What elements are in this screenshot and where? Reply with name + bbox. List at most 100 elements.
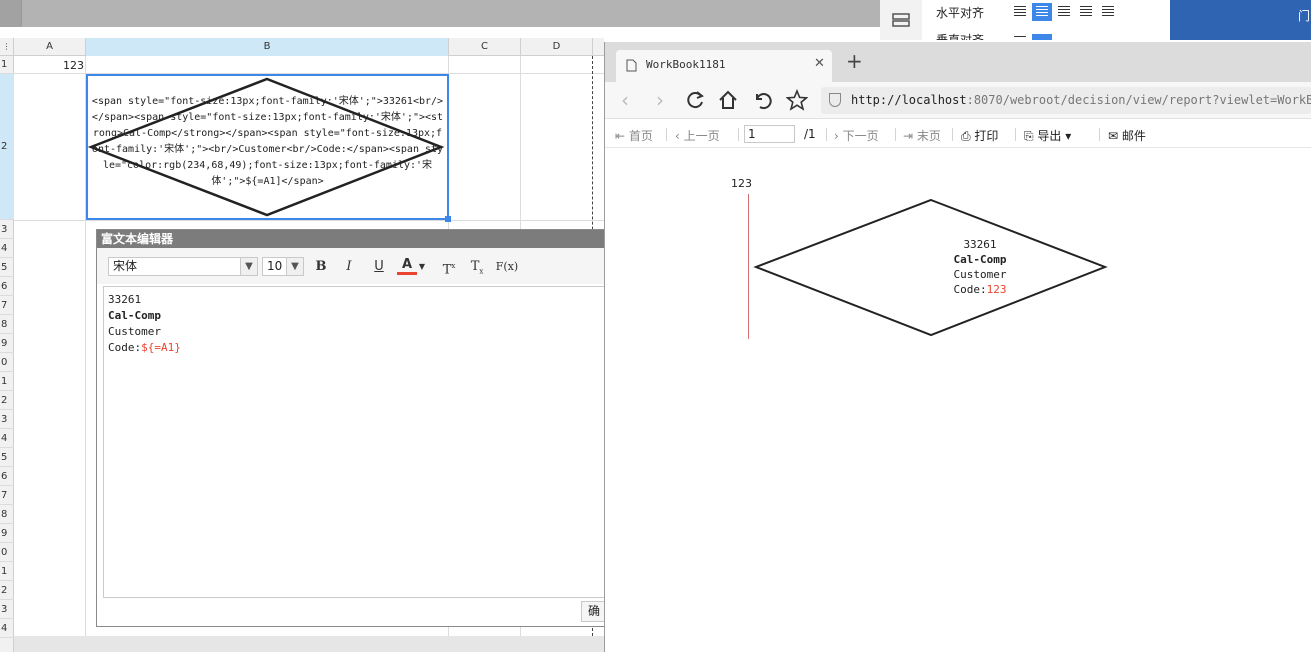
- content-line: Code:${=A1}: [108, 340, 602, 356]
- column-header-a[interactable]: A: [14, 38, 86, 56]
- subscript-button[interactable]: Tx: [467, 257, 487, 276]
- tab-strip: WorkBook1181 ✕ +: [605, 42, 1311, 82]
- report-canvas: 123 33261 Cal-Comp Customer Code:123: [605, 149, 1311, 652]
- align-distributed-button[interactable]: [1098, 3, 1118, 21]
- last-page-button[interactable]: ⇥ 末页: [903, 127, 941, 144]
- row-header[interactable]: 8: [0, 315, 14, 334]
- ok-button-label: 确定: [588, 604, 600, 618]
- align-justify-button[interactable]: [1076, 3, 1096, 21]
- horizontal-scrollbar[interactable]: [14, 636, 604, 652]
- report-line-bold: Cal-Comp: [953, 253, 1007, 266]
- row-header[interactable]: 3: [0, 220, 14, 239]
- row-header[interactable]: 4: [0, 619, 14, 638]
- font-size-value: 10: [267, 259, 283, 273]
- row-header[interactable]: 5: [0, 448, 14, 467]
- row-header[interactable]: 6: [0, 467, 14, 486]
- font-family-value: 宋体: [113, 259, 138, 273]
- row-header[interactable]: 4: [0, 239, 14, 258]
- formula-text: ${=A1}: [141, 341, 181, 354]
- url-path: :8070/webroot/decision/view/report?viewl…: [966, 93, 1311, 107]
- export-button[interactable]: ⎘ 导出 ▾: [1024, 127, 1071, 144]
- code-label: Code:: [953, 283, 987, 296]
- font-size-select[interactable]: 10 ▼: [262, 257, 304, 276]
- editor-toolbar: 宋体 ▼ 10 ▼ B I U A ▼ Tx Tx F(x): [97, 248, 607, 284]
- prev-page-button[interactable]: ‹ 上一页: [675, 127, 720, 144]
- print-label: 打印: [974, 129, 999, 143]
- dialog-title: 富文本编辑器: [97, 230, 607, 248]
- cell-a1[interactable]: 123: [14, 57, 85, 74]
- vertical-align-label: 垂直对齐: [936, 33, 985, 40]
- editor-content-area[interactable]: 33261 Cal-Comp Customer Code:${=A1}: [103, 286, 607, 598]
- browser-tab[interactable]: WorkBook1181 ✕: [616, 50, 832, 82]
- row-header[interactable]: 7: [0, 296, 14, 315]
- first-page-label: 首页: [628, 129, 653, 143]
- row-header[interactable]: 9: [0, 524, 14, 543]
- report-line: Customer: [953, 268, 1007, 281]
- close-icon[interactable]: ✕: [814, 56, 825, 71]
- row-header[interactable]: 6: [0, 277, 14, 296]
- valign-top-button[interactable]: [1010, 34, 1030, 40]
- row-header[interactable]: 2: [0, 74, 14, 220]
- prev-page-label: 上一页: [683, 129, 720, 143]
- row-header[interactable]: 1: [0, 372, 14, 391]
- star-icon[interactable]: [786, 89, 808, 111]
- forward-icon[interactable]: ›: [648, 88, 672, 112]
- font-color-button[interactable]: A: [397, 257, 417, 275]
- reload-icon[interactable]: [685, 90, 705, 110]
- undo-close-tab-icon[interactable]: [752, 90, 772, 110]
- panel-icon-box[interactable]: [880, 0, 922, 40]
- chevron-down-icon: ▼: [286, 258, 303, 275]
- chevron-down-icon[interactable]: ▼: [417, 257, 427, 276]
- align-left-button[interactable]: [1010, 3, 1030, 21]
- new-tab-button[interactable]: +: [846, 51, 863, 71]
- superscript-button[interactable]: Tx: [439, 257, 459, 277]
- row-header[interactable]: 2: [0, 391, 14, 410]
- mail-label: 邮件: [1121, 129, 1146, 143]
- column-header-bar: ⋮ A B C D: [0, 38, 604, 56]
- page-number-input[interactable]: 1: [744, 125, 795, 143]
- cell-b2-source-text: <span style="font-size:13px;font-family:…: [91, 96, 444, 187]
- panel-header-text: 门: [1298, 9, 1311, 23]
- row-header[interactable]: 4: [0, 429, 14, 448]
- toolbar-separator: [1015, 128, 1016, 141]
- row-header[interactable]: 0: [0, 543, 14, 562]
- shield-icon[interactable]: [829, 93, 841, 107]
- designer-top-strip: [0, 0, 880, 27]
- report-line: 33261: [963, 238, 997, 251]
- row-header[interactable]: 7: [0, 486, 14, 505]
- export-label: 导出: [1037, 129, 1062, 143]
- align-right-button[interactable]: [1054, 3, 1074, 21]
- underline-button[interactable]: U: [369, 257, 389, 276]
- tab-title: WorkBook1181: [646, 58, 726, 71]
- column-header-c[interactable]: C: [449, 38, 521, 56]
- bold-button[interactable]: B: [311, 257, 331, 276]
- row-header[interactable]: 3: [0, 600, 14, 619]
- row-header[interactable]: 1: [0, 562, 14, 581]
- chevron-down-icon: ▼: [240, 258, 257, 275]
- row-header[interactable]: 9: [0, 334, 14, 353]
- first-page-button[interactable]: ⇤ 首页: [615, 127, 653, 144]
- row-header[interactable]: 5: [0, 258, 14, 277]
- address-bar[interactable]: http://localhost:8070/webroot/decision/v…: [821, 87, 1311, 114]
- row-header[interactable]: 1: [0, 56, 14, 74]
- select-all-corner[interactable]: ⋮: [0, 38, 14, 56]
- row-header[interactable]: 2: [0, 581, 14, 600]
- row-header[interactable]: 8: [0, 505, 14, 524]
- print-button[interactable]: ⎙ 打印: [961, 127, 998, 144]
- row-header[interactable]: 3: [0, 410, 14, 429]
- browser-window: WorkBook1181 ✕ + ‹ › http://localhost:80…: [604, 42, 1311, 652]
- page-icon: [626, 59, 637, 72]
- formula-button[interactable]: F(x): [495, 257, 519, 276]
- back-icon[interactable]: ‹: [613, 88, 637, 112]
- mail-button[interactable]: ✉ 邮件: [1108, 127, 1146, 144]
- column-header-b[interactable]: B: [86, 38, 449, 56]
- row-header[interactable]: 0: [0, 353, 14, 372]
- cell-border-line: [748, 194, 749, 339]
- align-center-button[interactable]: [1032, 3, 1052, 21]
- column-header-d[interactable]: D: [521, 38, 593, 56]
- valign-middle-button[interactable]: [1032, 34, 1052, 40]
- font-family-select[interactable]: 宋体 ▼: [108, 257, 258, 276]
- italic-button[interactable]: I: [339, 257, 359, 276]
- next-page-button[interactable]: › 下一页: [834, 127, 879, 144]
- home-icon[interactable]: [718, 90, 738, 110]
